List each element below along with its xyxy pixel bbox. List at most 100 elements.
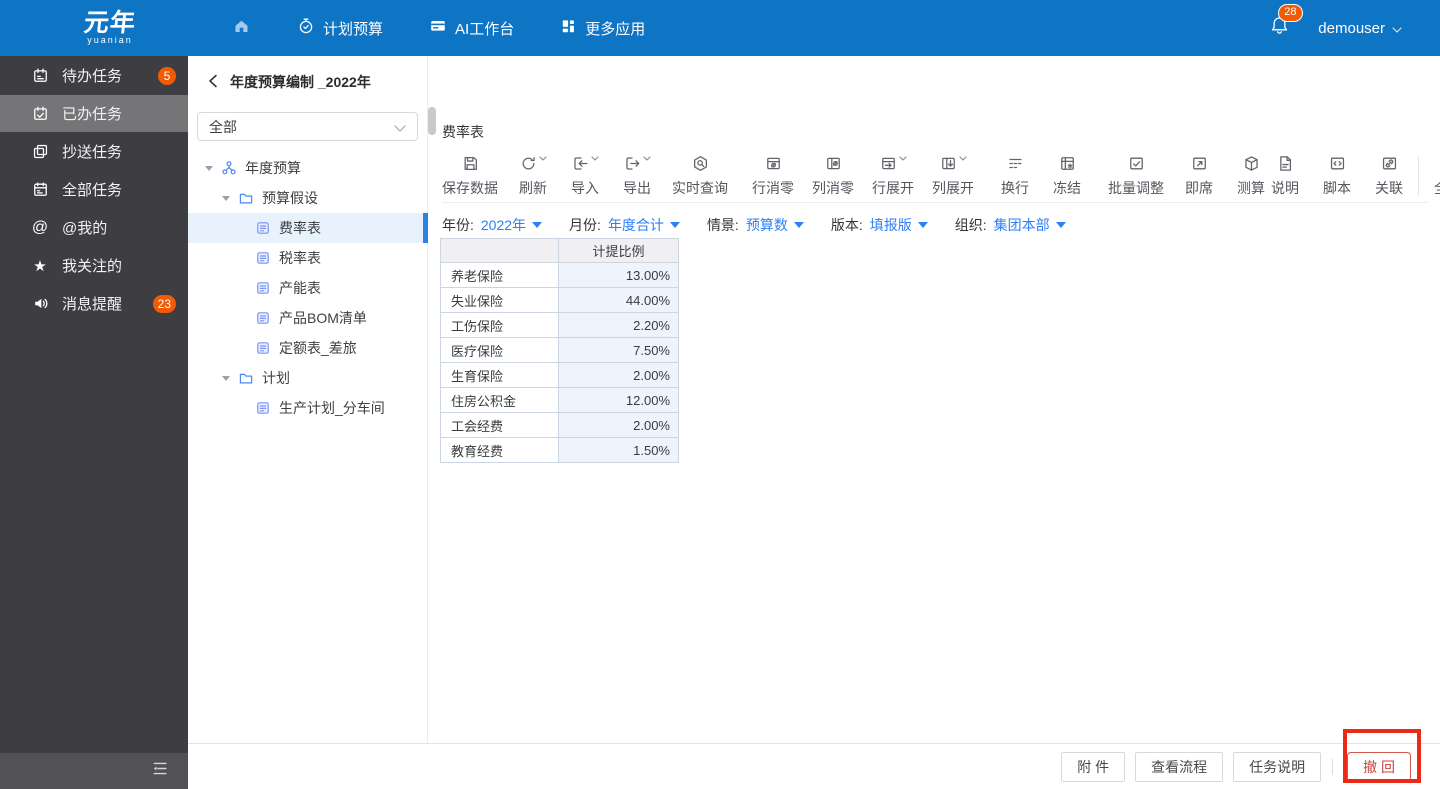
sheet-icon [255, 280, 271, 296]
collapse-sidebar-icon[interactable] [150, 760, 168, 782]
nav-plan-budget[interactable]: 计划预算 [297, 0, 383, 56]
script-button[interactable]: 脚本 [1320, 155, 1354, 198]
batch-adjust-button[interactable]: 批量调整 [1108, 155, 1164, 198]
filter-value[interactable]: 集团本部 [994, 215, 1050, 235]
realtime-query-button[interactable]: 实时查询 [672, 155, 728, 198]
filter-dropdown[interactable]: 月份: 年度合计 [569, 215, 680, 235]
batch-adjust-icon [1128, 155, 1145, 173]
row-label-cell[interactable]: 养老保险 [440, 262, 559, 288]
caret-down-icon [590, 156, 599, 161]
row-label-cell[interactable]: 生育保险 [440, 362, 559, 388]
at-icon: @ [31, 218, 49, 236]
view-process-button[interactable]: 查看流程 [1135, 751, 1224, 782]
realtime-query-icon [692, 155, 709, 173]
import-button[interactable]: 导入 [568, 155, 602, 198]
save-data-button[interactable]: 保存数据 [442, 155, 498, 198]
filter-value[interactable]: 填报版 [870, 215, 912, 235]
wrap-icon [1007, 155, 1024, 173]
table-row: 失业保险 44.00% [440, 287, 679, 313]
tree-caret-icon[interactable] [205, 165, 213, 171]
tree-caret-icon[interactable] [222, 195, 230, 201]
sheet-icon [255, 340, 271, 356]
row-label-cell[interactable]: 失业保险 [440, 287, 559, 313]
nav-home[interactable] [232, 0, 251, 56]
app-logo[interactable]: 元年 yuanian [83, 9, 138, 45]
task-note-button[interactable]: 任务说明 [1233, 751, 1322, 782]
action-footer: 附 件 查看流程 任务说明 撤 回 [188, 743, 1440, 789]
tree-filter-dropdown[interactable]: 全部 [197, 112, 418, 141]
wrap-button[interactable]: 换行 [998, 155, 1032, 198]
row-label-cell[interactable]: 工会经费 [440, 412, 559, 438]
filter-dropdown[interactable]: 版本: 填报版 [831, 215, 928, 235]
row-value-cell[interactable]: 1.50% [558, 437, 679, 463]
toolbar-divider [1418, 156, 1419, 196]
filter-dropdown[interactable]: 组织: 集团本部 [955, 215, 1066, 235]
link-button[interactable]: 关联 [1372, 155, 1406, 198]
attachment-button[interactable]: 附 件 [1061, 751, 1126, 782]
sidebar-item-cc-tasks[interactable]: 抄送任务 [0, 133, 188, 170]
row-value-cell[interactable]: 2.20% [558, 312, 679, 338]
tree-caret-icon[interactable] [222, 375, 230, 381]
sidebar-item-done-tasks[interactable]: 已办任务 [0, 95, 188, 132]
nav-more-apps[interactable]: 更多应用 [560, 0, 645, 56]
freeze-button[interactable]: 冻结 [1050, 155, 1084, 198]
cube-icon [1243, 155, 1260, 173]
refresh-button[interactable]: 刷新 [516, 155, 550, 198]
export-button[interactable]: 导出 [620, 155, 654, 198]
adhoc-button[interactable]: 即席 [1182, 155, 1216, 198]
done-tasks-icon [30, 105, 50, 122]
tree-node-rate-sheet[interactable]: 费率表 [188, 213, 428, 243]
tree-node-quota-travel[interactable]: 定额表_差旅 [188, 333, 427, 363]
row-label-cell[interactable]: 教育经费 [440, 437, 559, 463]
nav-ai-workbench[interactable]: AI工作台 [429, 0, 514, 56]
row-value-cell[interactable]: 2.00% [558, 412, 679, 438]
row-expand-button[interactable]: 行展开 [872, 155, 914, 198]
sidebar-item-at-me[interactable]: @ @我的 [0, 209, 188, 246]
tree-node-bom-list[interactable]: 产品BOM清单 [188, 303, 427, 333]
sidebar-item-all-tasks[interactable]: 全部任务 [0, 171, 188, 208]
caret-down-icon [793, 222, 804, 228]
sheet-icon [255, 400, 271, 416]
filter-dropdown[interactable]: 情景: 预算数 [707, 215, 804, 235]
fullscreen-button[interactable]: 全屏 [1431, 155, 1440, 198]
tree-node-production-plan[interactable]: 生产计划_分车间 [188, 393, 427, 423]
recall-button[interactable]: 撤 回 [1347, 751, 1411, 782]
nav-ai-workbench-label: AI工作台 [455, 20, 515, 38]
row-value-cell[interactable]: 13.00% [558, 262, 679, 288]
tree-node-capacity-sheet[interactable]: 产能表 [188, 273, 427, 303]
caret-down-icon [917, 222, 928, 228]
col-expand-icon [940, 155, 957, 177]
calc-button[interactable]: 测算 [1234, 155, 1268, 198]
sidebar-item-notifications[interactable]: 消息提醒 23 [0, 285, 188, 322]
tree-node-plan[interactable]: 计划 [188, 363, 427, 393]
adhoc-icon [1191, 155, 1208, 173]
col-expand-button[interactable]: 列展开 [932, 155, 974, 198]
row-clear-zero-button[interactable]: 行消零 [752, 155, 794, 198]
dimension-filters: 年份: 2022年 月份: 年度合计 情景: 预算数 版本: 填报版 组织: 集… [442, 215, 1066, 235]
scrollbar-thumb[interactable] [428, 107, 436, 135]
sidebar-item-followed[interactable]: ★ 我关注的 [0, 247, 188, 284]
folder-icon [238, 190, 254, 206]
col-clear-zero-button[interactable]: 列消零 [812, 155, 854, 198]
row-label-cell[interactable]: 工伤保险 [440, 312, 559, 338]
tree-node-budget-assumptions[interactable]: 预算假设 [188, 183, 427, 213]
row-value-cell[interactable]: 7.50% [558, 337, 679, 363]
filter-dropdown[interactable]: 年份: 2022年 [442, 215, 543, 235]
row-value-cell[interactable]: 12.00% [558, 387, 679, 413]
row-label-cell[interactable]: 医疗保险 [440, 337, 559, 363]
tree-node-tax-sheet[interactable]: 税率表 [188, 243, 427, 273]
row-label-cell[interactable]: 住房公积金 [440, 387, 559, 413]
sheet-icon [255, 310, 271, 326]
notifications-button[interactable]: 28 [1269, 4, 1303, 41]
tree-node-annual-budget[interactable]: 年度预算 [188, 153, 427, 183]
row-value-cell[interactable]: 2.00% [558, 362, 679, 388]
filter-value[interactable]: 2022年 [481, 215, 526, 235]
row-value-cell[interactable]: 44.00% [558, 287, 679, 313]
user-menu[interactable]: demouser [1318, 20, 1402, 37]
back-nav[interactable]: 年度预算编制 _2022年 [188, 56, 427, 108]
caret-down-icon [958, 156, 967, 161]
filter-value[interactable]: 年度合计 [608, 215, 664, 235]
note-button[interactable]: 说明 [1268, 155, 1302, 198]
sidebar-item-todo-tasks[interactable]: 待办任务 5 [0, 57, 188, 94]
filter-value[interactable]: 预算数 [746, 215, 788, 235]
